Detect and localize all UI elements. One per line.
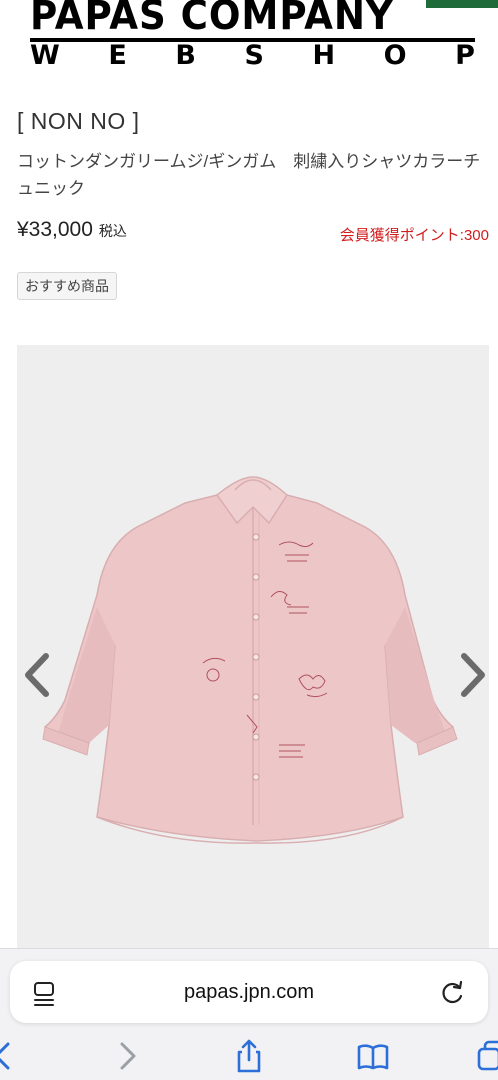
recommended-badge[interactable]: おすすめ商品 xyxy=(17,272,117,300)
product-brand[interactable]: [ NON NO ] xyxy=(17,108,140,135)
forward-icon[interactable] xyxy=(110,1039,144,1073)
reload-icon[interactable] xyxy=(440,979,466,1005)
price-value: ¥33,000 xyxy=(17,218,93,241)
logo-letter: H xyxy=(312,40,336,71)
address-bar[interactable]: papas.jpn.com xyxy=(10,961,488,1023)
logo-letter: O xyxy=(383,40,407,71)
tabs-icon[interactable] xyxy=(476,1039,498,1073)
logo-letter: E xyxy=(108,40,127,71)
back-icon[interactable] xyxy=(0,1039,22,1073)
product-price: ¥33,000 税込 xyxy=(17,218,127,242)
shirt-illustration xyxy=(42,476,458,844)
product-image[interactable] xyxy=(17,345,489,950)
member-points: 会員獲得ポイント:300 xyxy=(339,227,489,244)
bookmarks-icon[interactable] xyxy=(356,1039,390,1073)
chevron-right-icon[interactable] xyxy=(458,650,490,700)
logo-subtitle: W E B S H O P xyxy=(30,42,475,70)
share-icon[interactable] xyxy=(232,1039,266,1073)
url-text[interactable]: papas.jpn.com xyxy=(10,981,488,1004)
site-logo[interactable]: PAPAS COMPANY W E B S H O P xyxy=(30,0,475,70)
logo-title: PAPAS COMPANY xyxy=(30,0,394,39)
browser-toolbar: papas.jpn.com xyxy=(0,948,498,1080)
chevron-left-icon[interactable] xyxy=(20,650,52,700)
logo-letter: B xyxy=(175,40,196,71)
header-green-corner xyxy=(426,0,498,8)
logo-letter: S xyxy=(244,40,264,71)
logo-letter: W xyxy=(30,40,60,71)
product-name: コットンダンガリームジ/ギンガム 刺繍入りシャツカラーチュニック xyxy=(17,152,481,198)
tax-label: 税込 xyxy=(98,223,127,239)
logo-letter: P xyxy=(455,40,475,71)
